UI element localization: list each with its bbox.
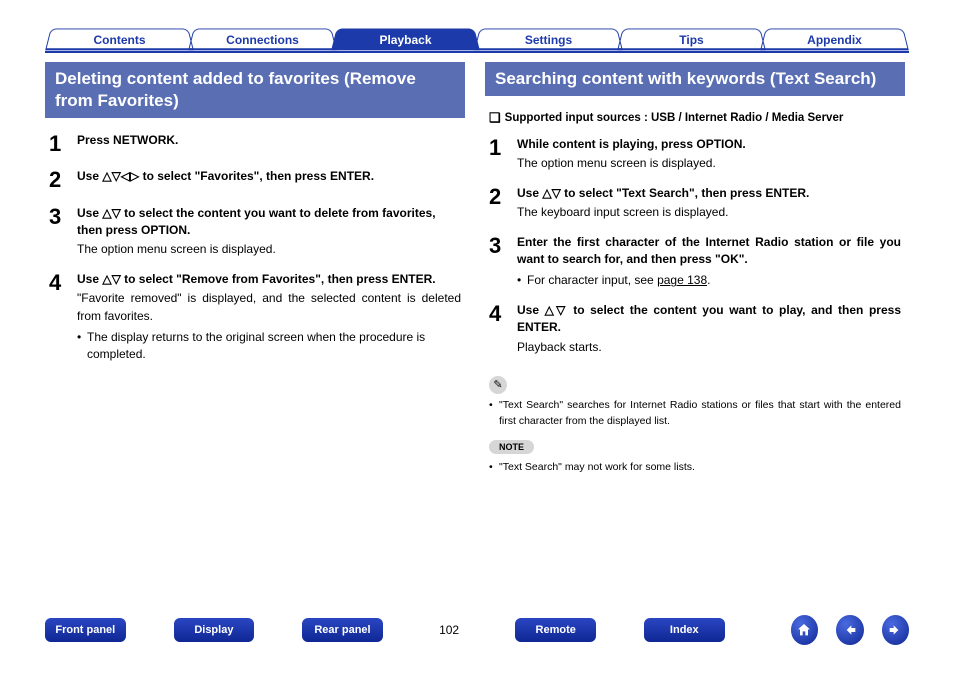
box-icon: ❏ bbox=[489, 110, 501, 125]
step-text: Use △▽ to select the content you want to… bbox=[77, 205, 461, 240]
step-number: 3 bbox=[489, 234, 517, 290]
step-number: 4 bbox=[489, 302, 517, 356]
tab-settings[interactable]: Settings bbox=[477, 28, 620, 50]
step-desc: The option menu screen is displayed. bbox=[77, 241, 461, 258]
step: 3 Enter the first character of the Inter… bbox=[489, 234, 901, 290]
step-number: 1 bbox=[49, 132, 77, 156]
section-header-right: Searching content with keywords (Text Se… bbox=[485, 62, 905, 96]
footer-remote[interactable]: Remote bbox=[515, 618, 596, 642]
home-icon[interactable] bbox=[791, 615, 818, 645]
supported-sources: ❏ Supported input sources : USB / Interne… bbox=[489, 110, 901, 126]
top-nav: Contents Connections Playback Settings T… bbox=[48, 28, 906, 50]
tab-tips[interactable]: Tips bbox=[620, 28, 763, 50]
step-desc: "Favorite removed" is displayed, and the… bbox=[77, 290, 461, 325]
bullet-text: For character input, see bbox=[527, 273, 657, 287]
tab-playback[interactable]: Playback bbox=[334, 28, 477, 50]
tab-appendix[interactable]: Appendix bbox=[763, 28, 906, 50]
right-column: Searching content with keywords (Text Se… bbox=[485, 62, 905, 475]
pencil-icon: ✎ bbox=[489, 376, 507, 394]
step: 1 Press NETWORK. bbox=[49, 132, 461, 156]
footer-rear-panel[interactable]: Rear panel bbox=[302, 618, 383, 642]
left-column: Deleting content added to favorites (Rem… bbox=[45, 62, 465, 376]
page-link[interactable]: page 138 bbox=[657, 273, 707, 287]
footer-front-panel[interactable]: Front panel bbox=[45, 618, 126, 642]
section-header-left: Deleting content added to favorites (Rem… bbox=[45, 62, 465, 118]
step: 1 While content is playing, press OPTION… bbox=[489, 136, 901, 173]
tab-connections[interactable]: Connections bbox=[191, 28, 334, 50]
page-number: 102 bbox=[431, 623, 468, 637]
next-icon[interactable] bbox=[882, 615, 909, 645]
prev-icon[interactable] bbox=[836, 615, 863, 645]
step-number: 2 bbox=[489, 185, 517, 222]
step-bullet: For character input, see page 138. bbox=[517, 272, 901, 289]
footer-index[interactable]: Index bbox=[644, 618, 725, 642]
tab-underline bbox=[45, 51, 909, 53]
step: 2 Use △▽◁▷ to select "Favorites", then p… bbox=[49, 168, 461, 192]
step-desc: Playback starts. bbox=[517, 339, 901, 356]
step: 4 Use △▽ to select "Remove from Favorite… bbox=[49, 271, 461, 364]
footer-display[interactable]: Display bbox=[174, 618, 255, 642]
tab-contents[interactable]: Contents bbox=[48, 28, 191, 50]
step-text: Enter the first character of the Interne… bbox=[517, 234, 901, 269]
step-text: Use △▽◁▷ to select "Favorites", then pre… bbox=[77, 168, 461, 185]
step: 3 Use △▽ to select the content you want … bbox=[49, 205, 461, 259]
step-number: 2 bbox=[49, 168, 77, 192]
step-text: Use △▽ to select the content you want to… bbox=[517, 302, 901, 337]
footer-nav: Front panel Display Rear panel 102 Remot… bbox=[45, 615, 909, 645]
info-bullet: "Text Search" searches for Internet Radi… bbox=[485, 398, 905, 430]
step-number: 3 bbox=[49, 205, 77, 259]
step-text: Use △▽ to select "Remove from Favorites"… bbox=[77, 271, 461, 288]
step-desc: The keyboard input screen is displayed. bbox=[517, 204, 901, 221]
note-bullet: "Text Search" may not work for some list… bbox=[485, 460, 905, 476]
step-text: Use △▽ to select "Text Search", then pre… bbox=[517, 185, 901, 202]
supported-sources-text: Supported input sources : USB / Internet… bbox=[505, 112, 844, 124]
step: 4 Use △▽ to select the content you want … bbox=[489, 302, 901, 356]
bullet-tail: . bbox=[707, 273, 710, 287]
step-text: While content is playing, press OPTION. bbox=[517, 136, 901, 153]
step-desc: The option menu screen is displayed. bbox=[517, 155, 901, 172]
step-number: 1 bbox=[489, 136, 517, 173]
step-number: 4 bbox=[49, 271, 77, 364]
step-bullet: The display returns to the original scre… bbox=[77, 329, 461, 364]
step: 2 Use △▽ to select "Text Search", then p… bbox=[489, 185, 901, 222]
note-badge: NOTE bbox=[489, 440, 534, 454]
step-text: Press NETWORK. bbox=[77, 132, 461, 149]
